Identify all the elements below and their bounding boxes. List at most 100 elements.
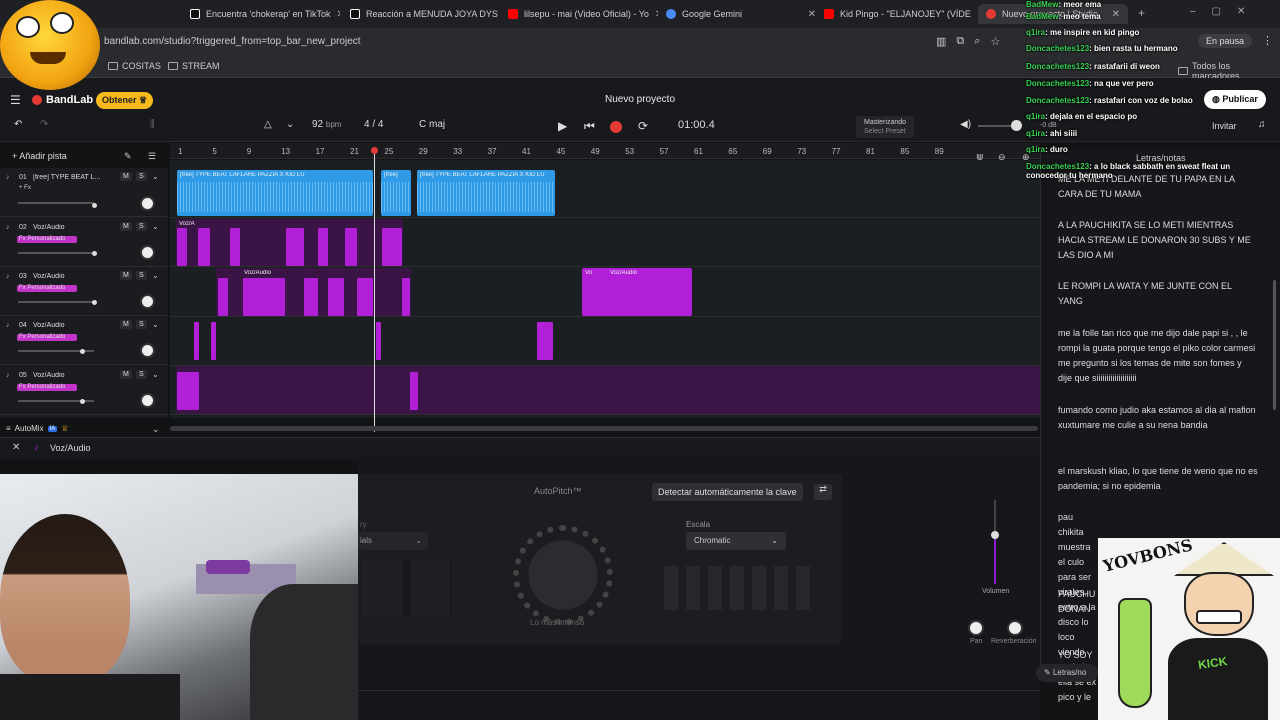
track-header-01[interactable]: ♪ 01 [free] TYPE BEAT L... M S ⌄ + Fx bbox=[0, 168, 168, 217]
horizontal-scrollbar[interactable] bbox=[170, 426, 1038, 431]
hamburger-menu-icon[interactable]: ☰ bbox=[10, 93, 21, 107]
detect-key-button[interactable]: Detectar automáticamente la clave bbox=[652, 483, 803, 501]
add-track-button[interactable]: + Añadir pista bbox=[12, 151, 67, 161]
play-button[interactable]: ▶ bbox=[558, 119, 567, 133]
volume-knob[interactable] bbox=[80, 349, 85, 354]
scale-dropdown[interactable]: Chromatic ⌄ bbox=[686, 532, 786, 550]
solo-button[interactable]: S bbox=[136, 320, 147, 329]
voice-clip-segment[interactable] bbox=[376, 322, 381, 360]
redo-icon[interactable]: ↷ bbox=[40, 119, 48, 130]
mute-button[interactable]: M bbox=[120, 320, 132, 329]
lyrics-paragraph[interactable]: YO SOY bbox=[1058, 648, 1098, 663]
chevron-down-icon[interactable]: ⌄ bbox=[152, 320, 159, 329]
voice-clip-segment[interactable] bbox=[177, 228, 187, 266]
solo-button[interactable]: S bbox=[136, 222, 147, 231]
tab-gemini[interactable]: Google Gemini ✕ bbox=[666, 4, 816, 24]
close-icon[interactable]: ✕ bbox=[1112, 9, 1120, 20]
voice-clip-segment[interactable] bbox=[286, 228, 304, 266]
close-icon[interactable]: ✕ bbox=[337, 9, 340, 20]
automix-collapse-icon[interactable]: ⌄ bbox=[152, 424, 160, 435]
autopitch-dial[interactable] bbox=[513, 525, 613, 625]
bandlab-logo[interactable]: BandLab bbox=[32, 94, 93, 106]
lyrics-paragraph[interactable]: fumando como judio aka estamos al dia al… bbox=[1058, 403, 1258, 433]
lyrics-paragraph[interactable]: me la folle tan rico que me dijo dale pa… bbox=[1058, 326, 1258, 386]
beat-clip[interactable]: [free] TYPE BEAT LAFLARE PAZZIA X KID LU bbox=[417, 170, 555, 216]
lyrics-tab[interactable]: ✎ Letras/no bbox=[1036, 664, 1098, 682]
tab-tiktok[interactable]: Encuentra 'chokerap' en TikTok ✕ bbox=[190, 4, 340, 24]
track-name[interactable]: Voz/Audio bbox=[33, 372, 103, 379]
master-volume-icon[interactable]: ◀) bbox=[960, 119, 971, 130]
voice-clip-segment[interactable] bbox=[590, 278, 690, 316]
pan-knob[interactable] bbox=[140, 196, 155, 211]
reading-mode-icon[interactable]: ▥ bbox=[936, 35, 946, 48]
voice-clip-segment[interactable] bbox=[345, 228, 357, 266]
automix-row[interactable]: ≡ AutoMix IA ♕ bbox=[6, 424, 68, 433]
voice-clip-segment[interactable] bbox=[402, 278, 410, 316]
invite-button[interactable]: Invitar bbox=[1212, 121, 1237, 131]
voice-clip-segment[interactable] bbox=[304, 278, 318, 316]
key-selector[interactable]: C maj bbox=[419, 119, 445, 130]
mute-button[interactable]: M bbox=[120, 370, 132, 379]
volume-fader-knob[interactable] bbox=[991, 531, 999, 539]
volume-knob[interactable] bbox=[92, 203, 97, 208]
pan-knob[interactable] bbox=[140, 245, 155, 260]
record-button[interactable] bbox=[610, 121, 622, 133]
voice-clip-segment[interactable] bbox=[382, 228, 402, 266]
solo-button[interactable]: S bbox=[136, 271, 147, 280]
undo-icon[interactable]: ↶ bbox=[14, 119, 22, 130]
track-header-02[interactable]: ♪ 02 Voz/Audio M S ⌄ Fx Personalizado bbox=[0, 218, 168, 267]
metronome-icon[interactable]: △ bbox=[264, 119, 272, 130]
voice-clip-segment[interactable] bbox=[328, 278, 344, 316]
volume-slider[interactable] bbox=[18, 301, 94, 303]
chevron-down-icon[interactable]: ⌄ bbox=[152, 370, 159, 379]
voice-clip-segment[interactable] bbox=[410, 372, 418, 410]
publish-button[interactable]: ◍ Publicar bbox=[1204, 90, 1266, 109]
mixer-icon[interactable]: ⫼ bbox=[150, 119, 155, 130]
effect-settings-icon[interactable]: ⇄ bbox=[814, 484, 832, 500]
track-header-05[interactable]: ♪ 05 Voz/Audio M S ⌄ Fx Personalizado bbox=[0, 366, 168, 415]
voice-clip[interactable] bbox=[176, 366, 1040, 414]
playhead-handle[interactable] bbox=[371, 147, 378, 154]
mastering-control[interactable]: Masterizando Select Preset bbox=[856, 116, 915, 138]
volume-knob[interactable] bbox=[92, 251, 97, 256]
voice-clip-segment[interactable] bbox=[537, 322, 553, 360]
lyrics-paragraph[interactable]: LE ROMPI LA WATA Y ME JUNTE CON EL YANG bbox=[1058, 279, 1258, 309]
voice-clip-segment[interactable] bbox=[211, 322, 216, 360]
tempo-display[interactable]: 92 bpm bbox=[312, 119, 341, 130]
volume-slider[interactable] bbox=[18, 202, 94, 204]
time-signature[interactable]: 4 / 4 bbox=[364, 119, 383, 130]
volume-knob[interactable] bbox=[92, 300, 97, 305]
lyrics-paragraph[interactable]: el marskush kliao, lo que tiene de weno … bbox=[1058, 464, 1258, 494]
loop-button[interactable]: ⟳ bbox=[638, 119, 648, 133]
timeline-ruler[interactable] bbox=[170, 143, 1040, 159]
track-name[interactable]: Voz/Audio bbox=[33, 273, 103, 280]
window-controls[interactable]: –▢✕ bbox=[1190, 6, 1261, 17]
project-title[interactable]: Nuevo proyecto bbox=[540, 94, 740, 105]
reverb-knob[interactable] bbox=[1007, 620, 1023, 636]
track-name[interactable]: Voz/Audio bbox=[33, 322, 103, 329]
chevron-down-icon[interactable]: ⌄ bbox=[152, 271, 159, 280]
volume-slider[interactable] bbox=[18, 252, 94, 254]
tab-reaccion[interactable]: Reacción a MENUDA JOYA DYS ✕ bbox=[350, 4, 500, 24]
voice-clip-segment[interactable] bbox=[194, 322, 199, 360]
close-icon[interactable]: ✕ bbox=[655, 9, 658, 20]
note-keys[interactable] bbox=[664, 566, 814, 610]
tab-youtube-kidpingo[interactable]: Kid Pingo - "ELJANOJEY" (VÍDE ✕ bbox=[824, 4, 974, 24]
metronome-dropdown-icon[interactable]: ⌄ bbox=[286, 119, 294, 130]
track-header-03[interactable]: ♪ 03 Voz/Audio M S ⌄ Fx Personalizado bbox=[0, 267, 168, 316]
mute-button[interactable]: M bbox=[120, 271, 132, 280]
mute-button[interactable]: M bbox=[120, 172, 132, 181]
add-fx-label[interactable]: + Fx bbox=[19, 185, 31, 191]
pan-knob[interactable] bbox=[140, 343, 155, 358]
skip-back-button[interactable]: ⏮ bbox=[584, 119, 595, 134]
voice-clip-segment[interactable] bbox=[198, 228, 210, 266]
pan-knob[interactable] bbox=[140, 294, 155, 309]
bookmark-star-icon[interactable]: ☆ bbox=[990, 35, 1000, 48]
voice-clip-segment[interactable] bbox=[243, 278, 285, 316]
zoom-icon[interactable]: ⌕ bbox=[974, 35, 980, 48]
solo-button[interactable]: S bbox=[136, 370, 147, 379]
bookmark-cositas[interactable]: COSITAS bbox=[108, 61, 161, 71]
effect-mode-grid[interactable] bbox=[362, 560, 452, 616]
pan-knob[interactable] bbox=[140, 393, 155, 408]
menu-dots-icon[interactable]: ⋮ bbox=[1262, 34, 1273, 47]
